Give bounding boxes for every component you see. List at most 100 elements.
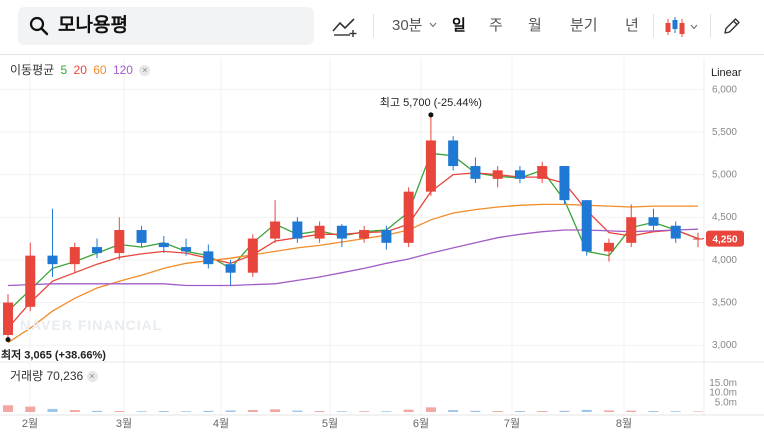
x-tick-label: 6월 bbox=[413, 417, 429, 430]
candle-body[interactable] bbox=[69, 247, 80, 265]
candle-body[interactable] bbox=[470, 166, 481, 179]
volume-bar bbox=[670, 411, 681, 412]
volume-bar bbox=[381, 411, 392, 412]
volume-label: 거래량 bbox=[10, 369, 44, 383]
period-tab-day[interactable]: 일 bbox=[452, 17, 466, 35]
low-marker bbox=[5, 337, 11, 343]
pencil-icon[interactable] bbox=[722, 16, 742, 36]
low-annotation: 최저 3,065 (+38.66%) bbox=[1, 348, 106, 362]
y-tick-label: 5,000 bbox=[712, 170, 737, 181]
candle-body[interactable] bbox=[537, 166, 548, 179]
candle-body[interactable] bbox=[359, 230, 370, 239]
volume-bar bbox=[247, 410, 258, 412]
ma5-label: 5 bbox=[60, 63, 68, 77]
volume-legend: 거래량 70,236 × bbox=[10, 369, 98, 383]
volume-bar bbox=[537, 411, 548, 412]
scale-toggle[interactable]: Linear bbox=[711, 67, 742, 80]
candle-body[interactable] bbox=[247, 238, 258, 273]
trend-line-add-icon[interactable] bbox=[332, 16, 358, 38]
candle-body[interactable] bbox=[2, 302, 14, 335]
candle-body[interactable] bbox=[114, 230, 125, 254]
volume-bar bbox=[158, 411, 169, 412]
volume-bar bbox=[114, 411, 125, 412]
x-tick-label: 7월 bbox=[504, 417, 520, 430]
volume-bar bbox=[69, 410, 80, 412]
volume-bar bbox=[626, 410, 637, 412]
search-icon[interactable] bbox=[29, 16, 49, 36]
close-icon[interactable]: × bbox=[86, 371, 98, 382]
ma20-label: 20 bbox=[73, 63, 87, 77]
volume-bar bbox=[314, 411, 325, 412]
candle-body[interactable] bbox=[25, 255, 36, 307]
candle-body[interactable] bbox=[492, 170, 503, 179]
candle-body[interactable] bbox=[581, 200, 592, 252]
candle-body[interactable] bbox=[425, 140, 436, 192]
y-tick-label: 3,500 bbox=[712, 298, 737, 309]
volume-bar bbox=[403, 409, 414, 412]
toolbar-divider bbox=[710, 14, 711, 38]
ma60-label: 60 bbox=[93, 63, 107, 77]
volume-bar bbox=[425, 407, 436, 412]
interval-dropdown[interactable]: 30분 bbox=[392, 17, 437, 35]
volume-bar bbox=[336, 411, 347, 412]
period-tab-year[interactable]: 년 bbox=[625, 17, 639, 35]
interval-label: 30분 bbox=[392, 17, 423, 34]
candle-body[interactable] bbox=[559, 166, 570, 201]
x-tick-label: 3월 bbox=[116, 417, 132, 430]
ma-line-120 bbox=[7, 228, 699, 287]
candle-body[interactable] bbox=[136, 230, 147, 243]
volume-bar bbox=[225, 410, 236, 412]
candle-body[interactable] bbox=[203, 251, 214, 265]
current-price-label: 4,250 bbox=[712, 235, 737, 246]
candle-body[interactable] bbox=[648, 217, 659, 226]
volume-bar bbox=[692, 411, 704, 412]
candle-body[interactable] bbox=[92, 247, 103, 254]
candle-body[interactable] bbox=[270, 221, 281, 239]
candle-body[interactable] bbox=[403, 191, 414, 243]
chart-toolbar: 모나용평 30분 일 주 월 분기 년 bbox=[0, 0, 764, 54]
y-tick-label: 4,500 bbox=[712, 212, 737, 223]
stock-search-box[interactable]: 모나용평 bbox=[18, 7, 314, 45]
volume-bar bbox=[181, 411, 192, 412]
ma120-label: 120 bbox=[112, 63, 133, 77]
candle-body[interactable] bbox=[225, 264, 236, 273]
close-icon[interactable]: × bbox=[139, 65, 151, 76]
candle-body[interactable] bbox=[514, 170, 525, 179]
y-tick-label: 6,000 bbox=[712, 84, 737, 95]
volume-bar bbox=[270, 409, 281, 412]
toolbar-divider bbox=[653, 14, 654, 38]
volume-bar bbox=[648, 411, 659, 412]
candle-body[interactable] bbox=[626, 217, 637, 243]
volume-bar bbox=[603, 410, 614, 412]
candle-body[interactable] bbox=[448, 140, 459, 167]
volume-bar bbox=[448, 410, 459, 412]
volume-bar bbox=[492, 411, 503, 412]
high-annotation: 최고 5,700 (-25.44%) bbox=[380, 96, 482, 109]
candle-body[interactable] bbox=[336, 225, 347, 239]
volume-axis-label: 5.0m bbox=[715, 397, 737, 408]
candle-body[interactable] bbox=[670, 225, 681, 239]
volume-bar bbox=[470, 410, 481, 412]
high-marker bbox=[428, 112, 434, 118]
toolbar-divider bbox=[373, 14, 374, 38]
candlestick-icon[interactable] bbox=[664, 15, 702, 39]
candle-body[interactable] bbox=[314, 225, 325, 239]
watermark-logo: NAVER FINANCIAL bbox=[20, 317, 163, 333]
price-chart[interactable]: 6,000 5,500 5,000 4,500 4,000 3,500 3,000 최고 5,… bbox=[0, 55, 764, 433]
candle-body[interactable] bbox=[603, 242, 614, 252]
period-tab-quarter[interactable]: 분기 bbox=[570, 17, 598, 35]
candle-body[interactable] bbox=[381, 230, 392, 243]
ma-legend-title: 이동평균 bbox=[10, 63, 55, 77]
x-tick-label: 8월 bbox=[616, 417, 632, 430]
volume-bar bbox=[25, 406, 36, 412]
volume-bar bbox=[47, 408, 58, 412]
candle-body[interactable] bbox=[158, 242, 169, 248]
period-tab-week[interactable]: 주 bbox=[489, 17, 503, 35]
y-tick-label: 4,000 bbox=[712, 255, 737, 266]
candle-body[interactable] bbox=[292, 221, 303, 239]
period-tab-month[interactable]: 월 bbox=[528, 17, 542, 35]
candle-body[interactable] bbox=[181, 247, 192, 252]
volume-bar bbox=[292, 410, 303, 412]
x-tick-label: 4월 bbox=[213, 417, 229, 430]
candle-body[interactable] bbox=[47, 255, 58, 265]
